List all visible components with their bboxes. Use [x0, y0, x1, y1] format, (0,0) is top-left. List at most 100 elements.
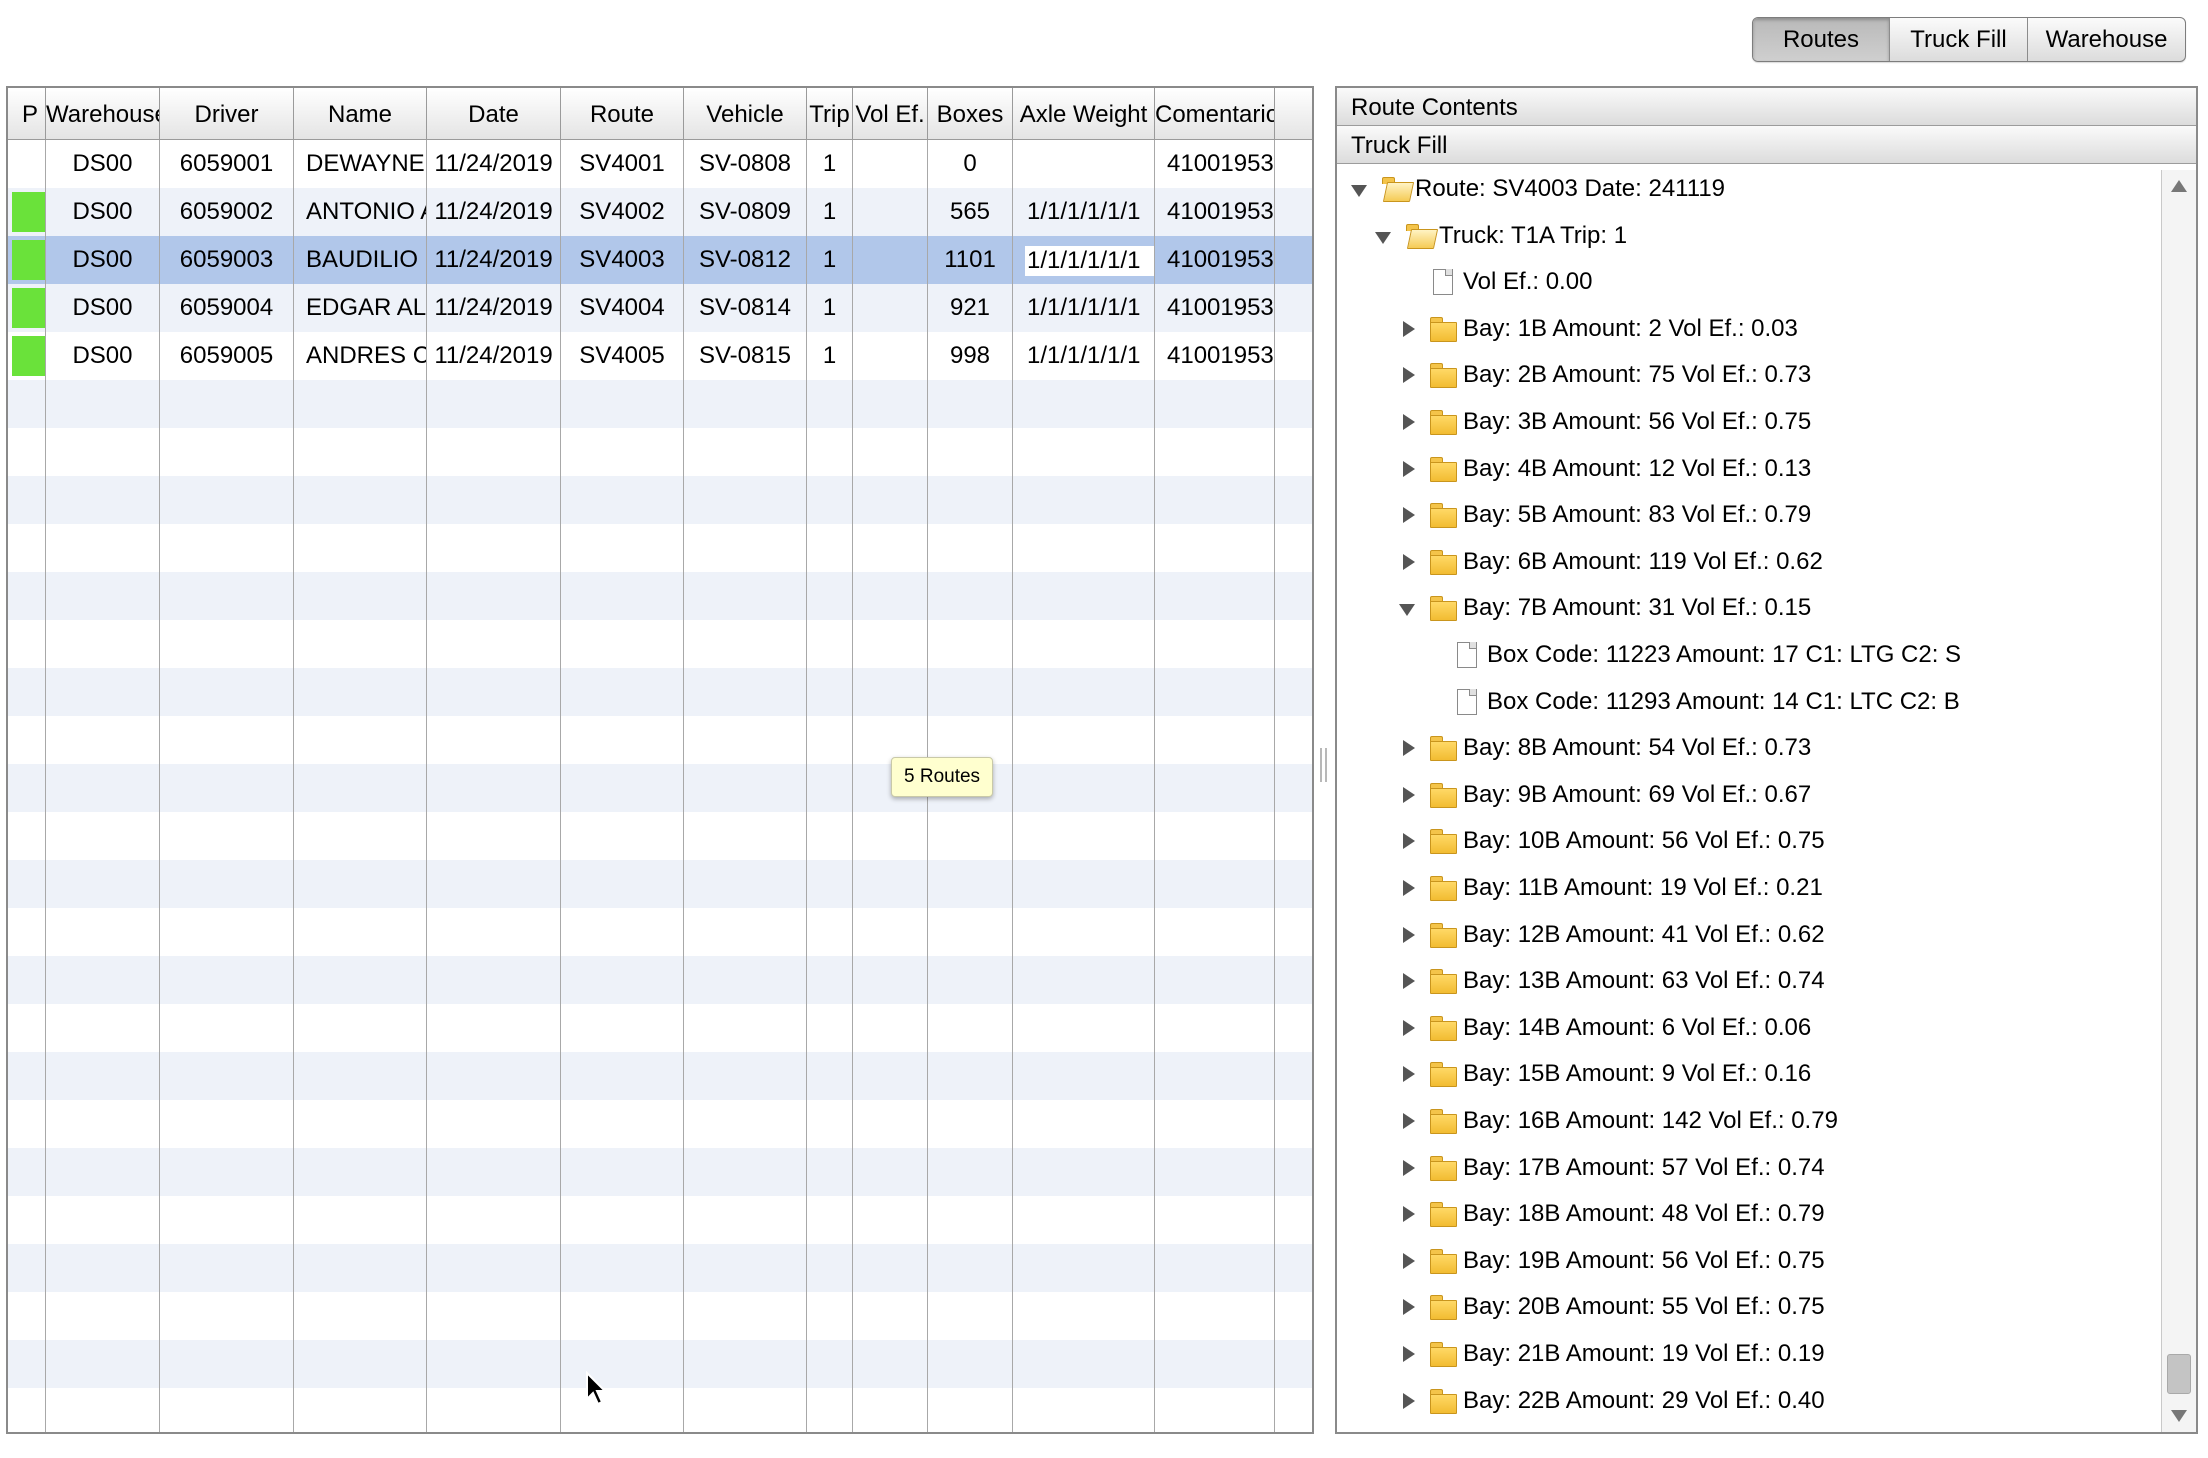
column-header-comentario[interactable]: Comentario — [1155, 88, 1275, 139]
tree-node[interactable]: Bay: 2B Amount: 75 Vol Ef.: 0.73 — [1397, 352, 1811, 398]
collapse-arrow-icon[interactable] — [1349, 178, 1371, 200]
expand-arrow-icon[interactable] — [1397, 1250, 1419, 1272]
table-row[interactable]: DS00 6059001 DEWAYNE 11/24/2019 SV4001 SV-080… — [8, 140, 1312, 188]
cell-driver — [160, 476, 294, 524]
expand-arrow-icon[interactable] — [1397, 411, 1419, 433]
table-row[interactable]: DS00 6059004 EDGAR AL 11/24/2019 SV4004 SV-08… — [8, 284, 1312, 332]
tree-node[interactable]: Bay: 12B Amount: 41 Vol Ef.: 0.62 — [1397, 912, 1825, 958]
expand-arrow-icon[interactable] — [1397, 1157, 1419, 1179]
column-header-trip[interactable]: Trip — [807, 88, 853, 139]
cell-comentario — [1155, 572, 1275, 620]
expand-arrow-icon[interactable] — [1397, 1296, 1419, 1318]
column-header-axle-weight[interactable]: Axle Weight — [1013, 88, 1155, 139]
scroll-up-icon[interactable] — [2162, 172, 2196, 200]
cell-vol-ef — [853, 1292, 928, 1340]
tree-node[interactable]: Bay: 20B Amount: 55 Vol Ef.: 0.75 — [1397, 1284, 1825, 1330]
column-header-warehouse[interactable]: Warehouse — [46, 88, 160, 139]
tree-node[interactable]: Bay: 8B Amount: 54 Vol Ef.: 0.73 — [1397, 725, 1811, 771]
column-header-name[interactable]: Name — [294, 88, 427, 139]
expand-arrow-icon[interactable] — [1397, 830, 1419, 852]
expand-arrow-icon[interactable] — [1397, 1343, 1419, 1365]
cell-comentario — [1155, 1100, 1275, 1148]
expand-arrow-icon[interactable] — [1397, 970, 1419, 992]
column-header-driver[interactable]: Driver — [160, 88, 294, 139]
tree-node[interactable]: Vol Ef.: 0.00 — [1397, 259, 1592, 305]
section-truck-fill[interactable]: Truck Fill — [1337, 126, 2196, 164]
column-header-priority[interactable]: P — [8, 88, 46, 139]
tree-node[interactable]: Bay: 11B Amount: 19 Vol Ef.: 0.21 — [1397, 865, 1823, 911]
expand-arrow-icon[interactable] — [1397, 1390, 1419, 1412]
cell-vol-ef — [853, 380, 928, 428]
table-row[interactable]: DS00 6059005 ANDRES C 11/24/2019 SV4005 SV-08… — [8, 332, 1312, 380]
expand-arrow-icon[interactable] — [1397, 551, 1419, 573]
tree-node-label: Bay: 9B Amount: 69 Vol Ef.: 0.67 — [1463, 780, 1812, 808]
cell-driver — [160, 428, 294, 476]
cell-route — [561, 380, 684, 428]
expand-arrow-icon[interactable] — [1397, 1203, 1419, 1225]
cell-name — [294, 1100, 427, 1148]
cell-vehicle — [684, 380, 807, 428]
tree-node[interactable]: Bay: 1B Amount: 2 Vol Ef.: 0.03 — [1397, 306, 1798, 352]
tree-node[interactable]: Bay: 10B Amount: 56 Vol Ef.: 0.75 — [1397, 818, 1825, 864]
column-header-date[interactable]: Date — [427, 88, 561, 139]
table-row[interactable]: DS00 6059003 BAUDILIO 11/24/2019 SV4003 SV-08… — [8, 236, 1312, 284]
cell-driver — [160, 1148, 294, 1196]
scrollbar-thumb[interactable] — [2167, 1354, 2191, 1394]
tree-node[interactable]: Bay: 3B Amount: 56 Vol Ef.: 0.75 — [1397, 399, 1811, 445]
cell-warehouse — [46, 764, 160, 812]
tree-node[interactable]: Bay: 18B Amount: 48 Vol Ef.: 0.79 — [1397, 1191, 1825, 1237]
expand-arrow-icon[interactable] — [1397, 364, 1419, 386]
tree-node[interactable]: Bay: 14B Amount: 6 Vol Ef.: 0.06 — [1397, 1005, 1811, 1051]
tree-node[interactable]: Bay: 21B Amount: 19 Vol Ef.: 0.19 — [1397, 1331, 1825, 1377]
tree-node[interactable]: Bay: 17B Amount: 57 Vol Ef.: 0.74 — [1397, 1145, 1825, 1191]
column-header-route[interactable]: Route — [561, 88, 684, 139]
expand-arrow-icon[interactable] — [1397, 1017, 1419, 1039]
expand-arrow-icon[interactable] — [1397, 1063, 1419, 1085]
expand-arrow-icon[interactable] — [1397, 737, 1419, 759]
tree-node[interactable]: Bay: 9B Amount: 69 Vol Ef.: 0.67 — [1397, 772, 1811, 818]
table-row[interactable]: DS00 6059002 ANTONIO A 11/24/2019 SV4002 SV-0… — [8, 188, 1312, 236]
tree-node[interactable]: Bay: 5B Amount: 83 Vol Ef.: 0.79 — [1397, 492, 1811, 538]
tree-node[interactable]: Bay: 16B Amount: 142 Vol Ef.: 0.79 — [1397, 1098, 1838, 1144]
expand-arrow-icon[interactable] — [1397, 504, 1419, 526]
tree-node[interactable]: Bay: 15B Amount: 9 Vol Ef.: 0.16 — [1397, 1051, 1811, 1097]
tree-node[interactable]: Route: SV4003 Date: 241119 — [1349, 170, 1725, 212]
expand-arrow-icon[interactable] — [1397, 458, 1419, 480]
tab-truck-fill[interactable]: Truck Fill — [1890, 18, 2028, 61]
collapse-arrow-icon[interactable] — [1373, 225, 1395, 247]
tree-node[interactable]: Box Code: 11223 Amount: 17 C1: LTG C2: S — [1421, 632, 1961, 678]
tree-node[interactable]: Bay: 6B Amount: 119 Vol Ef.: 0.62 — [1397, 539, 1823, 585]
split-pane-handle[interactable] — [1320, 748, 1328, 782]
column-header-vehicle[interactable]: Vehicle — [684, 88, 807, 139]
cell-comentario — [1155, 620, 1275, 668]
tree-node[interactable]: Bay: 4B Amount: 12 Vol Ef.: 0.13 — [1397, 446, 1811, 492]
expand-arrow-icon[interactable] — [1397, 877, 1419, 899]
cell-priority — [8, 1052, 46, 1100]
tree-node[interactable]: Extras Amount: 0 — [1397, 1424, 1646, 1432]
tree-scrollbar[interactable] — [2161, 170, 2196, 1432]
cell-route — [561, 860, 684, 908]
tree-node[interactable]: Bay: 13B Amount: 63 Vol Ef.: 0.74 — [1397, 958, 1825, 1004]
expand-arrow-icon[interactable] — [1397, 784, 1419, 806]
tab-warehouse[interactable]: Warehouse — [2028, 18, 2185, 61]
cell-date — [427, 524, 561, 572]
tab-routes[interactable]: Routes — [1753, 18, 1890, 61]
cell-vol-ef — [853, 668, 928, 716]
expand-arrow-icon[interactable] — [1397, 318, 1419, 340]
tree-node[interactable]: Bay: 7B Amount: 31 Vol Ef.: 0.15 — [1397, 585, 1811, 631]
expand-arrow-icon[interactable] — [1397, 924, 1419, 946]
section-route-contents[interactable]: Route Contents — [1337, 88, 2196, 126]
tree-node[interactable]: Box Code: 11293 Amount: 14 C1: LTC C2: B — [1421, 679, 1960, 725]
tree-node[interactable]: Bay: 19B Amount: 56 Vol Ef.: 0.75 — [1397, 1238, 1825, 1284]
expand-arrow-icon[interactable] — [1397, 1110, 1419, 1132]
cell-priority — [8, 764, 46, 812]
scroll-down-icon[interactable] — [2162, 1402, 2196, 1430]
cell-date — [427, 1244, 561, 1292]
tree-node[interactable]: Bay: 22B Amount: 29 Vol Ef.: 0.40 — [1397, 1378, 1825, 1424]
column-header-boxes[interactable]: Boxes — [928, 88, 1013, 139]
cell-comentario: 41001953311 — [1155, 188, 1275, 236]
cell-driver — [160, 716, 294, 764]
collapse-arrow-icon[interactable] — [1397, 597, 1419, 619]
tree-node[interactable]: Truck: T1A Trip: 1 — [1373, 213, 1627, 259]
column-header-vol-ef[interactable]: Vol Ef. — [853, 88, 928, 139]
